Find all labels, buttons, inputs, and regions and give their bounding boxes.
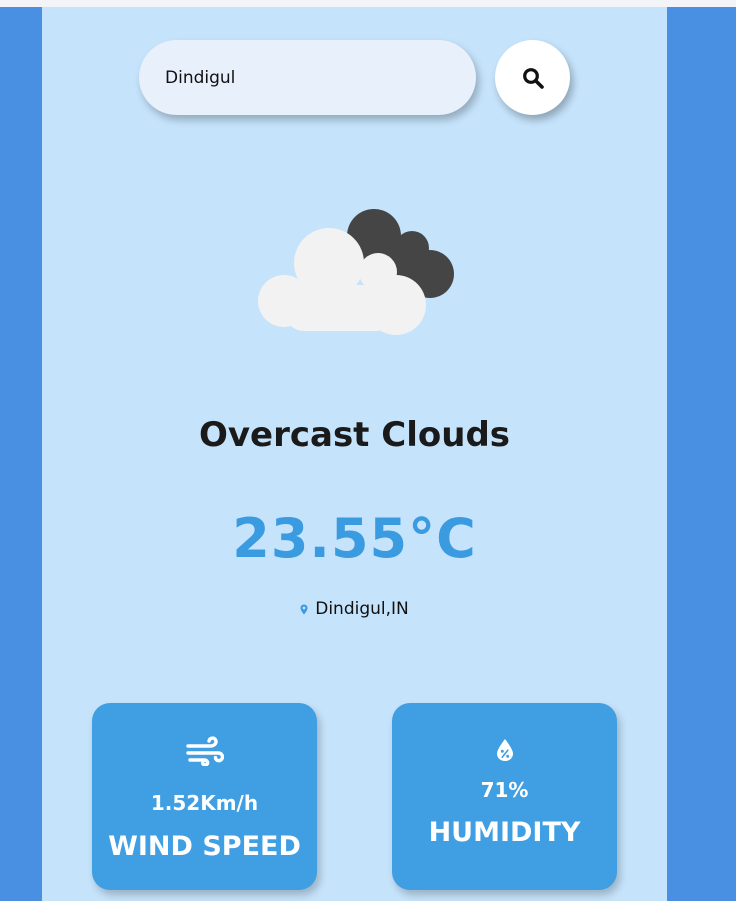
location: Dindigul,IN xyxy=(42,599,667,619)
humidity-value: 71% xyxy=(480,778,529,802)
location-label: Dindigul,IN xyxy=(315,599,409,619)
temperature-value: 23.55°C xyxy=(232,507,477,570)
humidity-icon xyxy=(496,739,513,761)
wind-speed-value: 1.52Km/h xyxy=(150,791,259,815)
weather-condition: Overcast Clouds xyxy=(198,415,511,455)
map-pin-icon xyxy=(300,604,308,614)
wind-speed-label: WIND SPEED xyxy=(108,831,301,862)
search-button[interactable] xyxy=(495,40,570,115)
top-border xyxy=(0,0,736,7)
city-search-input[interactable] xyxy=(139,40,476,115)
humidity-label: HUMIDITY xyxy=(428,817,581,848)
wind-icon xyxy=(185,736,224,766)
wind-speed-card: 1.52Km/h WIND SPEED xyxy=(92,703,317,890)
search-icon xyxy=(522,67,544,89)
humidity-card: 71% HUMIDITY xyxy=(392,703,617,890)
overcast-clouds-icon xyxy=(256,205,456,335)
